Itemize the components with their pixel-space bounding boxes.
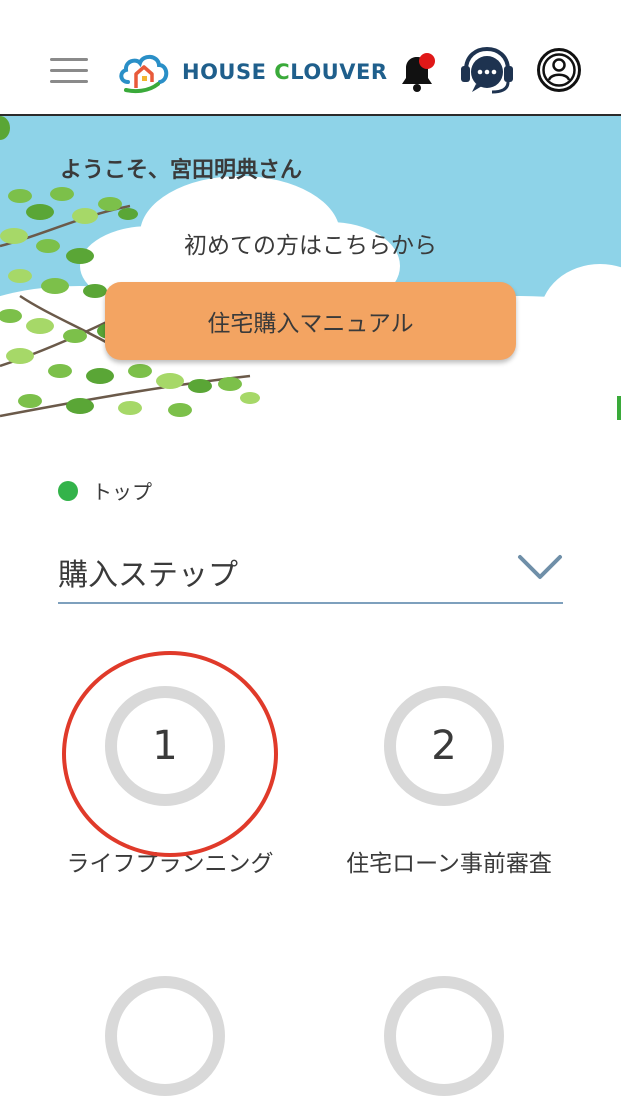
dropdown-label: 購入ステップ <box>58 558 238 593</box>
bell-icon <box>402 53 435 92</box>
step-number: 2 <box>431 723 457 769</box>
step-label: ライフプランニング <box>66 851 274 877</box>
chevron-down-icon <box>518 555 562 579</box>
notification-button[interactable] <box>394 48 440 94</box>
house-clouver-logo[interactable]: HOUSE CLOUVER <box>118 48 387 94</box>
purchase-step-dropdown[interactable]: 購入ステップ <box>58 540 563 604</box>
step-item-2[interactable]: 2 住宅ローン事前審査 <box>324 686 574 886</box>
step-number: 1 <box>152 723 178 769</box>
account-button[interactable] <box>536 47 582 93</box>
step-number-circle: 1 <box>105 686 225 806</box>
house-cloud-logo-icon <box>119 54 169 94</box>
headset-chat-icon <box>461 46 513 94</box>
step-item-1[interactable]: 1 ライフプランニング <box>45 686 295 886</box>
menu-bar-icon <box>50 58 88 61</box>
notification-dot-icon <box>419 53 435 69</box>
logo-text: HOUSE CLOUVER <box>182 60 388 84</box>
breadcrumb: トップ <box>58 476 152 505</box>
step-circle-partial[interactable] <box>384 976 504 1096</box>
breadcrumb-dot-icon <box>58 480 78 501</box>
step-number-circle: 2 <box>384 686 504 806</box>
welcome-message: ようこそ、宮田明典さん <box>60 158 303 183</box>
support-chat-button[interactable] <box>458 46 516 96</box>
app-header: HOUSE CLOUVER <box>0 0 621 116</box>
welcome-banner: ようこそ、宮田明典さん 初めての方はこちらから 住宅購入マニュアル <box>0 116 621 422</box>
home-purchase-manual-button[interactable]: 住宅購入マニュアル <box>105 282 516 360</box>
user-icon <box>537 48 581 92</box>
step-circle-partial[interactable] <box>105 976 225 1096</box>
menu-bar-icon <box>50 69 88 72</box>
breadcrumb-label[interactable]: トップ <box>92 476 152 505</box>
step-label: 住宅ローン事前審査 <box>346 851 552 877</box>
first-time-text: 初めての方はこちらから <box>184 233 437 259</box>
hamburger-menu-button[interactable] <box>50 56 90 86</box>
menu-bar-icon <box>50 80 88 83</box>
